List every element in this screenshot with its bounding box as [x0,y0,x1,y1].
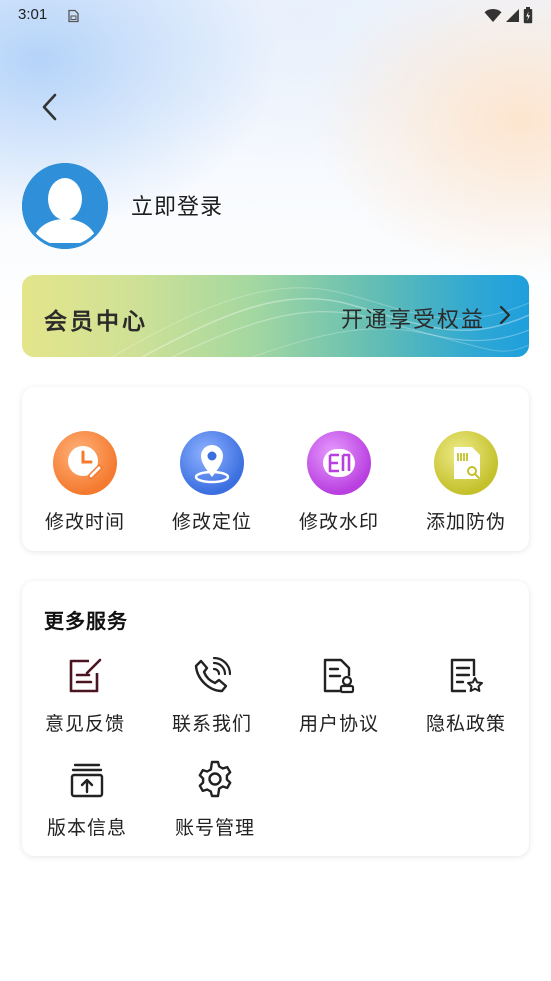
service-contact-us[interactable]: 联系我们 [149,655,275,736]
more-services-card: 更多服务 意见反馈 联系我们 用户协议 隐私政策 版本信息 账号管理 [22,581,529,856]
avatar[interactable] [22,163,108,249]
tool-modify-watermark[interactable]: 修改水印 [276,431,402,534]
tool-label: 修改时间 [44,511,125,533]
back-button[interactable] [34,92,66,126]
tools-card: 修改时间 修改定位 修改水印 添加防伪 [22,387,529,551]
tool-modify-location[interactable]: 修改定位 [149,431,275,534]
login-link[interactable]: 立即登录 [131,189,223,221]
sim-card-icon [66,8,80,27]
service-privacy-policy[interactable]: 隐私政策 [403,655,529,736]
signal-icon [505,8,520,27]
vip-cta: 开通享受权益 [340,308,485,333]
service-feedback[interactable]: 意见反馈 [22,655,148,736]
settings-gear-icon [152,759,278,799]
user-agreement-icon [276,655,402,695]
service-label: 版本信息 [46,817,127,839]
service-label: 隐私政策 [425,713,506,735]
phone-call-icon [149,655,275,695]
status-time: 3:01 [18,6,48,23]
service-user-agreement[interactable]: 用户协议 [276,655,402,736]
watermark-stamp-icon [307,431,371,495]
version-upload-icon [24,759,150,799]
location-pin-icon [180,431,244,495]
clock-edit-icon [53,431,117,495]
wifi-icon [484,8,502,27]
anti-fake-card-icon [434,431,498,495]
vip-center-banner[interactable]: 会员中心 开通享受权益 [22,275,529,357]
service-label: 联系我们 [171,713,252,735]
tool-add-anti-fake[interactable]: 添加防伪 [403,431,529,534]
service-label: 意见反馈 [44,713,125,735]
tool-modify-time[interactable]: 修改时间 [22,431,148,534]
vip-title: 会员中心 [44,309,148,335]
status-indicators [484,7,533,28]
chevron-right-icon [499,305,511,329]
status-bar: 3:01 [0,0,551,32]
service-label: 用户协议 [298,713,379,735]
tool-label: 修改水印 [298,511,379,533]
battery-icon [523,7,533,28]
service-account-management[interactable]: 账号管理 [152,759,278,840]
service-label: 账号管理 [174,817,255,839]
feedback-edit-icon [22,655,148,695]
chevron-left-icon [40,92,60,126]
section-title: 更多服务 [44,609,128,633]
privacy-policy-icon [403,655,529,695]
service-version-info[interactable]: 版本信息 [24,759,150,840]
tool-label: 添加防伪 [425,511,506,533]
tool-label: 修改定位 [171,511,252,533]
default-user-icon [22,163,108,249]
